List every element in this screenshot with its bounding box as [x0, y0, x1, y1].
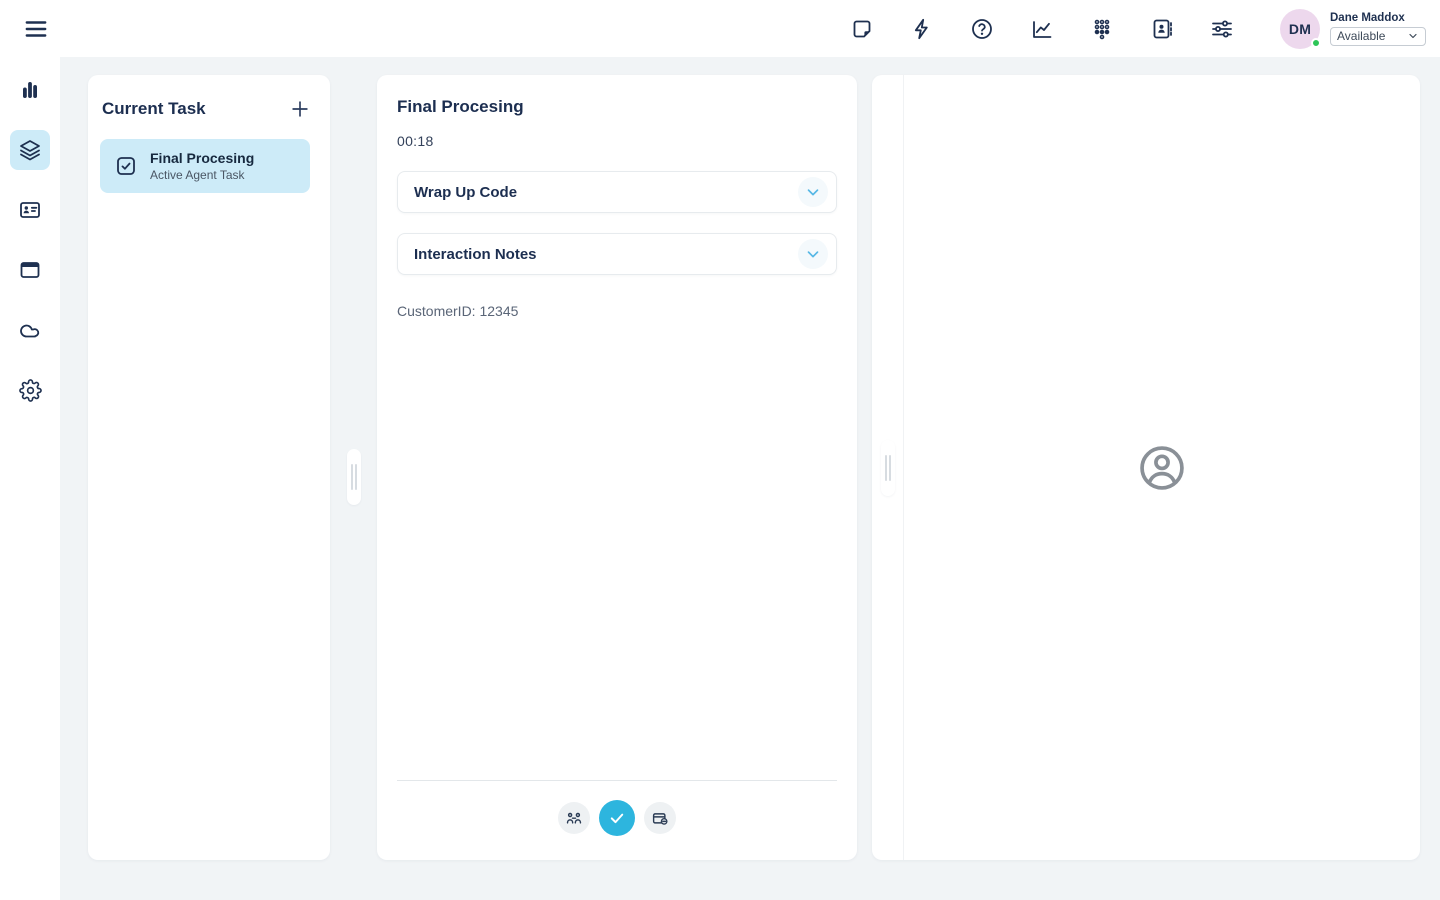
park-task-button[interactable] [644, 802, 676, 834]
add-task-button[interactable] [286, 95, 314, 123]
notes-button[interactable] [842, 9, 882, 49]
current-task-title: Current Task [102, 99, 206, 119]
chevron-down-icon [798, 239, 828, 269]
dialpad-icon [1090, 17, 1114, 41]
analytics-icon [1030, 17, 1054, 41]
window-icon [18, 258, 42, 282]
interaction-notes-label: Interaction Notes [414, 246, 537, 263]
panel-resize-handle[interactable] [881, 440, 895, 496]
contact-card-icon [18, 198, 42, 222]
person-circle-icon [1136, 442, 1188, 494]
customer-panel-body [904, 75, 1420, 860]
nav-contacts-button[interactable] [10, 190, 50, 230]
settings-sliders-button[interactable] [1202, 9, 1242, 49]
analytics-button[interactable] [1022, 9, 1062, 49]
current-task-panel: Current Task Final Procesing Active Agen… [88, 75, 330, 860]
nav-window-button[interactable] [10, 250, 50, 290]
nav-rail [0, 57, 60, 900]
task-title: Final Procesing [150, 150, 254, 166]
lightning-icon [910, 17, 934, 41]
gear-icon [19, 379, 42, 402]
task-detail-panel: Final Procesing 00:18 Wrap Up Code Inter… [377, 75, 857, 860]
transfer-icon [565, 809, 583, 827]
quick-actions-button[interactable] [902, 9, 942, 49]
note-icon [850, 17, 874, 41]
user-meta: Dane Maddox Available [1330, 12, 1426, 46]
menu-button[interactable] [16, 9, 56, 49]
panel-gap [857, 75, 872, 878]
task-checkbox-icon [114, 154, 138, 178]
transfer-task-button[interactable] [558, 802, 590, 834]
chevron-down-icon [1407, 30, 1419, 42]
wrap-up-code-accordion[interactable]: Wrap Up Code [397, 171, 837, 213]
dialpad-button[interactable] [1082, 9, 1122, 49]
user-cluster: DM Dane Maddox Available [1280, 9, 1426, 49]
customer-id-text: CustomerID: 12345 [397, 303, 837, 319]
customer-panel-gutter [872, 75, 904, 860]
task-texts: Final Procesing Active Agent Task [150, 150, 254, 182]
status-select[interactable]: Available [1330, 27, 1426, 46]
current-task-header: Current Task [88, 95, 330, 123]
topbar-icon-group [832, 9, 1252, 49]
status-select-value: Available [1337, 29, 1385, 43]
bar-chart-icon [18, 78, 42, 102]
footer-actions [397, 781, 837, 846]
wrap-up-code-label: Wrap Up Code [414, 184, 517, 201]
task-subtitle: Active Agent Task [150, 168, 254, 182]
help-icon [970, 17, 994, 41]
main-area: Current Task Final Procesing Active Agen… [60, 57, 1440, 900]
contacts-button[interactable] [1142, 9, 1182, 49]
park-icon [651, 809, 669, 827]
cloud-icon [18, 318, 42, 342]
address-book-icon [1150, 17, 1174, 41]
task-timer: 00:18 [397, 133, 837, 149]
sliders-icon [1210, 17, 1234, 41]
nav-tasks-button[interactable] [10, 130, 50, 170]
user-avatar[interactable]: DM [1280, 9, 1320, 49]
nav-cloud-button[interactable] [10, 310, 50, 350]
app-body: Current Task Final Procesing Active Agen… [0, 57, 1440, 900]
menu-icon [23, 16, 49, 42]
complete-task-button[interactable] [599, 800, 635, 836]
nav-settings-button[interactable] [10, 370, 50, 410]
task-list-item[interactable]: Final Procesing Active Agent Task [100, 139, 310, 193]
status-indicator-dot [1311, 38, 1321, 48]
panel-resize-handle[interactable] [347, 449, 361, 505]
help-button[interactable] [962, 9, 1002, 49]
nav-performance-button[interactable] [10, 70, 50, 110]
user-name: Dane Maddox [1330, 12, 1426, 24]
detail-title: Final Procesing [397, 97, 837, 117]
panel-gap [330, 75, 377, 878]
interaction-notes-accordion[interactable]: Interaction Notes [397, 233, 837, 275]
top-bar: DM Dane Maddox Available [0, 0, 1440, 57]
customer-panel [872, 75, 1420, 860]
complete-check-icon [608, 809, 626, 827]
plus-icon [289, 98, 311, 120]
chevron-down-icon [798, 177, 828, 207]
detail-footer [397, 780, 837, 846]
layers-icon [18, 138, 42, 162]
